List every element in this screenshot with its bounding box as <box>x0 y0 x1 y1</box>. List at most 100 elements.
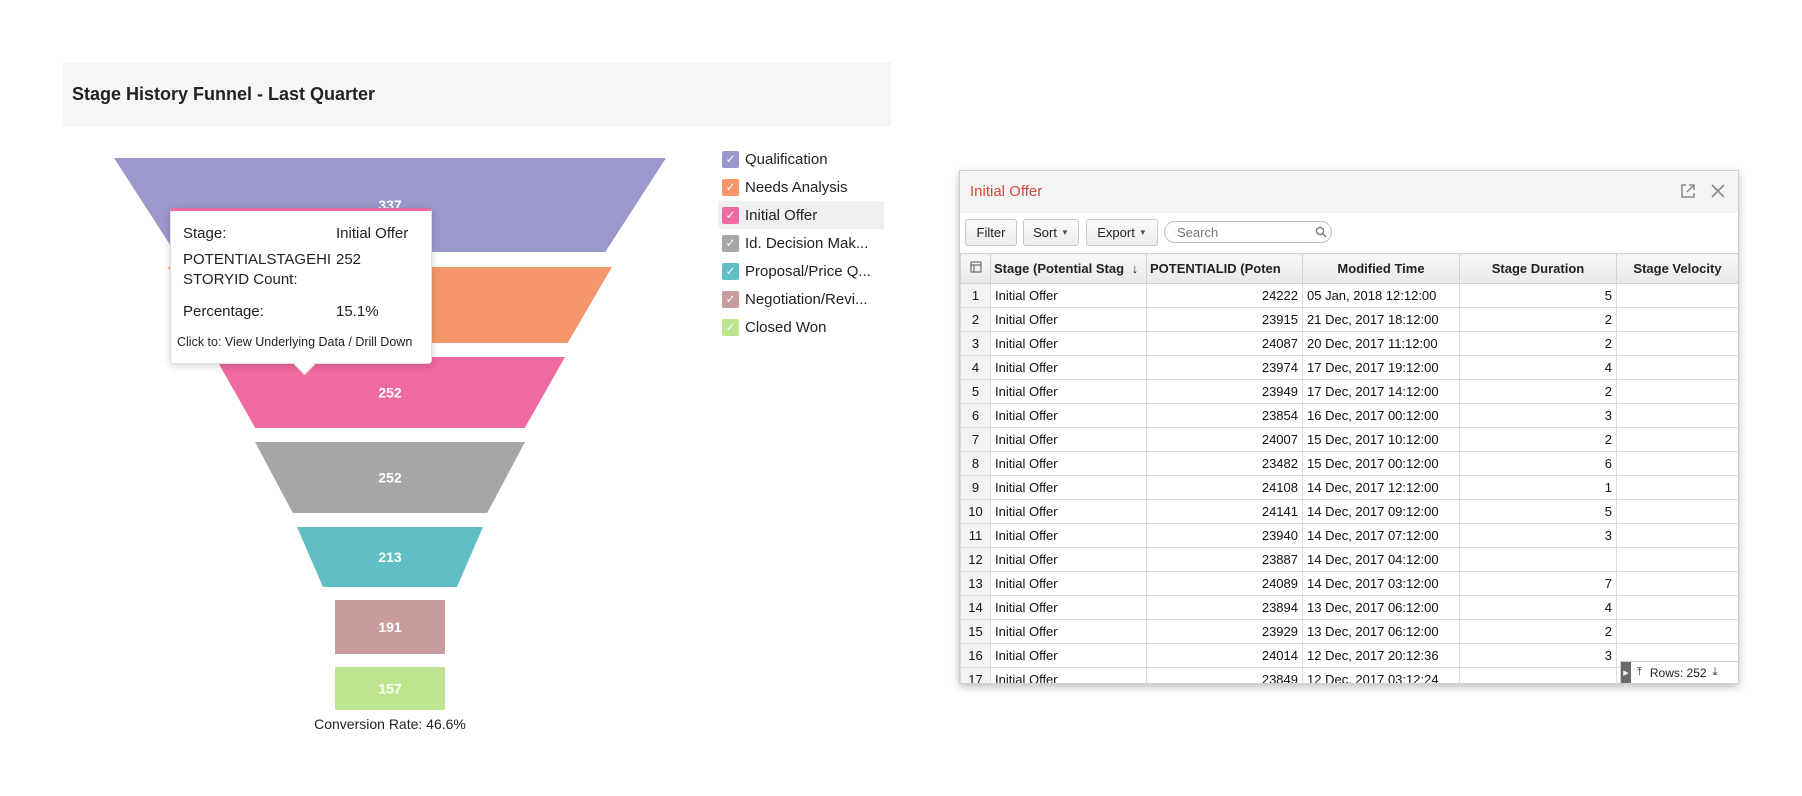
collapse-up-icon[interactable]: ⤒ <box>1637 666 1642 679</box>
cell-stage: Initial Offer <box>990 595 1147 620</box>
legend-item[interactable]: ✓ Negotiation/Revi... <box>718 285 884 313</box>
funnel-value-label: 157 <box>378 681 402 697</box>
sort-down-arrow-icon: ↓ <box>1131 261 1139 276</box>
column-header-stage[interactable]: Stage (Potential Stag ↓ <box>990 253 1147 284</box>
cell-modified-time: 14 Dec, 2017 03:12:00 <box>1302 571 1460 596</box>
table-row[interactable]: 8 Initial Offer 23482 15 Dec, 2017 00:12:00… <box>960 451 1738 476</box>
cell-potentialid: 24087 <box>1146 331 1303 356</box>
checkbox-check-icon[interactable]: ✓ <box>722 206 739 224</box>
search-input[interactable] <box>1175 223 1315 241</box>
cell-stage: Initial Offer <box>990 571 1147 596</box>
cell-stage-duration: 3 <box>1459 523 1617 548</box>
legend-item[interactable]: ✓ Needs Analysis <box>718 173 884 201</box>
column-header-stage-duration[interactable]: Stage Duration <box>1459 253 1617 284</box>
cell-stage-duration: 5 <box>1459 283 1617 308</box>
expand-down-icon[interactable]: ⤓ <box>1713 666 1718 679</box>
legend-item[interactable]: ✓ Initial Offer <box>718 201 884 229</box>
row-number: 15 <box>960 619 991 644</box>
cell-potentialid: 24014 <box>1146 643 1303 668</box>
cell-modified-time: 15 Dec, 2017 00:12:00 <box>1302 451 1460 476</box>
checkbox-check-icon[interactable]: ✓ <box>722 150 739 168</box>
row-number: 4 <box>960 355 991 380</box>
sort-button[interactable]: Sort ▼ <box>1023 219 1079 246</box>
cell-potentialid: 23887 <box>1146 547 1303 572</box>
cell-potentialid: 23854 <box>1146 403 1303 428</box>
legend-item[interactable]: ✓ Qualification <box>718 145 884 173</box>
cell-stage-velocity <box>1616 619 1738 644</box>
funnel-tooltip[interactable]: Stage: Initial Offer POTENTIALSTAGEHI 25… <box>170 208 432 364</box>
cell-stage: Initial Offer <box>990 619 1147 644</box>
table-row[interactable]: 14 Initial Offer 23894 13 Dec, 2017 06:12:0… <box>960 595 1738 620</box>
cell-stage-duration <box>1459 667 1617 683</box>
export-button[interactable]: Export ▼ <box>1086 219 1158 246</box>
table-row[interactable]: 10 Initial Offer 24141 14 Dec, 2017 09:12:0… <box>960 499 1738 524</box>
funnel-value-label: 213 <box>378 549 402 565</box>
column-header-potentialid[interactable]: POTENTIALID (Poten <box>1146 253 1303 284</box>
table-row[interactable]: 5 Initial Offer 23949 17 Dec, 2017 14:12:00… <box>960 379 1738 404</box>
cell-stage-duration: 4 <box>1459 355 1617 380</box>
cell-stage-velocity <box>1616 403 1738 428</box>
legend-item[interactable]: ✓ Proposal/Price Q... <box>718 257 884 285</box>
tooltip-footer-drilldown[interactable]: Click to: View Underlying Data / Drill D… <box>177 335 412 349</box>
cell-potentialid: 24108 <box>1146 475 1303 500</box>
checkbox-check-icon[interactable]: ✓ <box>722 178 739 196</box>
cell-stage-velocity <box>1616 379 1738 404</box>
legend-item[interactable]: ✓ Id. Decision Mak... <box>718 229 884 257</box>
column-header-modified-time[interactable]: Modified Time <box>1302 253 1460 284</box>
chart-legend: ✓ Qualification ✓ Needs Analysis ✓ Initial Of… <box>718 145 884 341</box>
row-number: 13 <box>960 571 991 596</box>
table-row[interactable]: 12 Initial Offer 23887 14 Dec, 2017 04:12:0… <box>960 547 1738 572</box>
cell-stage-velocity <box>1616 475 1738 500</box>
tooltip-stage-value: Initial Offer <box>336 225 409 242</box>
search-icon[interactable] <box>1315 225 1329 239</box>
search-field[interactable] <box>1164 221 1332 243</box>
funnel-chart[interactable]: 337252252213191157 <box>0 0 900 796</box>
rows-count: Rows: 252 <box>1649 665 1707 680</box>
legend-item[interactable]: ✓ Closed Won <box>718 313 884 341</box>
popout-icon[interactable] <box>1676 179 1700 203</box>
legend-label: Id. Decision Mak... <box>745 234 869 252</box>
filter-button[interactable]: Filter <box>965 219 1017 246</box>
cell-potentialid: 24141 <box>1146 499 1303 524</box>
table-row[interactable]: 4 Initial Offer 23974 17 Dec, 2017 19:12:00… <box>960 355 1738 380</box>
table-row[interactable]: 9 Initial Offer 24108 14 Dec, 2017 12:12:00… <box>960 475 1738 500</box>
close-icon[interactable] <box>1706 179 1730 203</box>
cell-stage-duration: 6 <box>1459 451 1617 476</box>
table-row[interactable]: 11 Initial Offer 23940 14 Dec, 2017 07:12:0… <box>960 523 1738 548</box>
table-row[interactable]: 1 Initial Offer 24222 05 Jan, 2018 12:12:00… <box>960 283 1738 308</box>
row-number: 6 <box>960 403 991 428</box>
table-row[interactable]: 13 Initial Offer 24089 14 Dec, 2017 03:12:0… <box>960 571 1738 596</box>
table-row[interactable]: 7 Initial Offer 24007 15 Dec, 2017 10:12:00… <box>960 427 1738 452</box>
row-number: 3 <box>960 331 991 356</box>
cell-stage-velocity <box>1616 355 1738 380</box>
checkbox-check-icon[interactable]: ✓ <box>722 262 739 280</box>
checkbox-check-icon[interactable]: ✓ <box>722 318 739 336</box>
legend-label: Needs Analysis <box>745 178 848 196</box>
footer-toggle-icon[interactable]: ▶ <box>1621 661 1631 683</box>
column-header-stage-velocity[interactable]: Stage Velocity <box>1616 253 1738 284</box>
cell-stage-duration: 2 <box>1459 427 1617 452</box>
row-number: 5 <box>960 379 991 404</box>
cell-modified-time: 16 Dec, 2017 00:12:00 <box>1302 403 1460 428</box>
table-row[interactable]: 6 Initial Offer 23854 16 Dec, 2017 00:12:00… <box>960 403 1738 428</box>
table-row[interactable]: 3 Initial Offer 24087 20 Dec, 2017 11:12:00… <box>960 331 1738 356</box>
checkbox-check-icon[interactable]: ✓ <box>722 234 739 252</box>
cell-potentialid: 24089 <box>1146 571 1303 596</box>
data-table: Stage (Potential Stag ↓ POTENTIALID (Pot… <box>960 253 1738 683</box>
cell-stage: Initial Offer <box>990 547 1147 572</box>
column-chooser-cell[interactable] <box>960 253 991 284</box>
cell-stage: Initial Offer <box>990 403 1147 428</box>
legend-label: Initial Offer <box>745 206 818 224</box>
row-number: 1 <box>960 283 991 308</box>
cell-modified-time: 14 Dec, 2017 12:12:00 <box>1302 475 1460 500</box>
funnel-value-label: 252 <box>378 385 402 401</box>
table-row[interactable]: 15 Initial Offer 23929 13 Dec, 2017 06:12:0… <box>960 619 1738 644</box>
row-number: 8 <box>960 451 991 476</box>
checkbox-check-icon[interactable]: ✓ <box>722 290 739 308</box>
sort-button-label: Sort <box>1033 225 1057 240</box>
legend-label: Closed Won <box>745 318 827 336</box>
column-chooser-icon[interactable] <box>970 261 982 276</box>
cell-modified-time: 14 Dec, 2017 04:12:00 <box>1302 547 1460 572</box>
table-row[interactable]: 2 Initial Offer 23915 21 Dec, 2017 18:12:00… <box>960 307 1738 332</box>
cell-stage-velocity <box>1616 451 1738 476</box>
